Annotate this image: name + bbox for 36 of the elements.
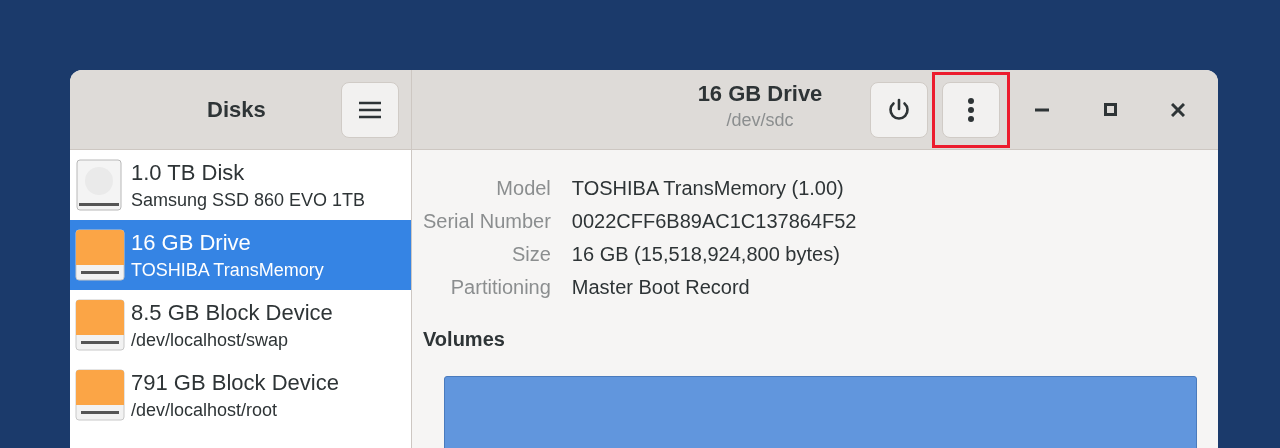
drive-icon	[75, 369, 125, 421]
disk-name: 791 GB Block Device	[131, 369, 339, 397]
drive-icon	[75, 299, 125, 351]
window-title: 16 GB Drive	[697, 80, 823, 108]
property-label: Serial Number	[423, 209, 551, 234]
vertical-dots-icon	[967, 96, 975, 123]
minimize-icon	[1035, 107, 1049, 112]
disk-list-item[interactable]: 1.0 TB Disk Samsung SSD 860 EVO 1TB	[70, 150, 411, 220]
power-button[interactable]	[870, 81, 928, 138]
disk-detail: /dev/localhost/swap	[131, 329, 290, 352]
maximize-icon	[1103, 103, 1117, 116]
property-value: TOSHIBA TransMemory (1.00)	[571, 176, 845, 201]
disk-list-item[interactable]: 791 GB Block Device /dev/localhost/root	[70, 360, 411, 430]
property-label: Partitioning	[449, 275, 551, 300]
disk-detail: /dev/localhost/root	[131, 399, 279, 422]
window-subtitle: /dev/sdc	[726, 109, 794, 132]
disk-name: 16 GB Drive	[131, 229, 252, 257]
sidebar-title: Disks	[207, 96, 266, 124]
close-icon	[1171, 102, 1185, 117]
property-label: Size	[510, 242, 551, 267]
property-value: 16 GB (15,518,924,800 bytes)	[571, 242, 841, 267]
disk-detail: TOSHIBA TransMemory	[131, 259, 324, 282]
disk-detail: Samsung SSD 860 EVO 1TB	[131, 189, 366, 212]
disk-list-item[interactable]: 8.5 GB Block Device /dev/localhost/swap	[70, 290, 411, 360]
drive-icon	[75, 229, 125, 281]
disk-name: 1.0 TB Disk	[131, 159, 246, 187]
power-icon	[887, 97, 911, 122]
property-label: Model	[495, 176, 551, 201]
property-value: 0022CFF6B89AC1C137864F52	[571, 209, 858, 234]
menu-icon	[359, 100, 381, 119]
disk-list-item[interactable]: 16 GB Drive TOSHIBA TransMemory	[70, 220, 411, 290]
more-options-button[interactable]	[942, 81, 1000, 138]
volumes-heading: Volumes	[423, 327, 506, 352]
disk-name: 8.5 GB Block Device	[131, 299, 333, 327]
property-value: Master Boot Record	[571, 275, 751, 300]
menu-button[interactable]	[341, 81, 399, 138]
